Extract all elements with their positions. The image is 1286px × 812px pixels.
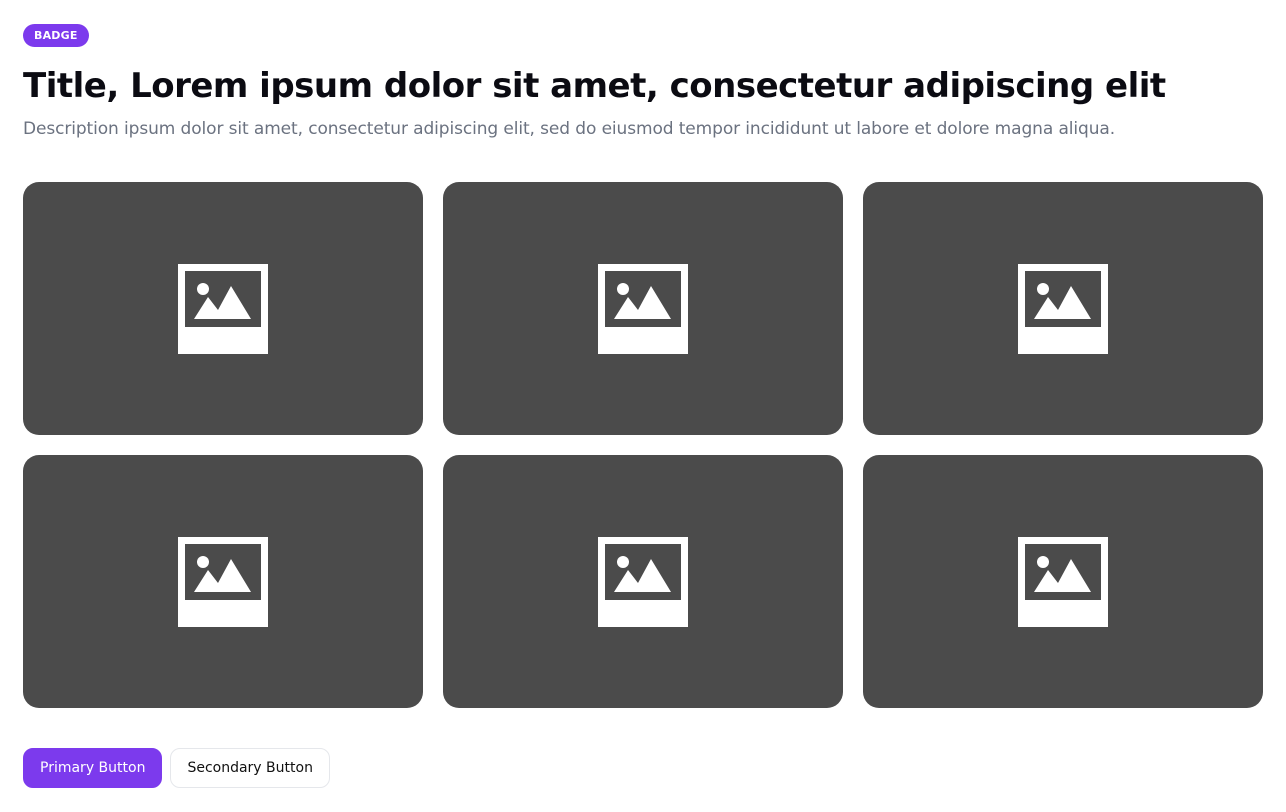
secondary-button[interactable]: Secondary Button <box>170 748 330 788</box>
image-placeholder-icon <box>598 536 688 627</box>
image-card[interactable] <box>443 182 843 435</box>
image-card[interactable] <box>863 455 1263 708</box>
page-description: Description ipsum dolor sit amet, consec… <box>23 119 1115 139</box>
page-title: Title, Lorem ipsum dolor sit amet, conse… <box>23 66 1166 106</box>
image-card[interactable] <box>23 455 423 708</box>
image-placeholder-icon <box>178 536 268 627</box>
image-gallery <box>23 182 1263 708</box>
badge: BADGE <box>23 24 89 47</box>
image-card[interactable] <box>443 455 843 708</box>
image-card[interactable] <box>23 182 423 435</box>
image-placeholder-icon <box>1018 536 1108 627</box>
action-buttons: Primary Button Secondary Button <box>23 748 330 788</box>
image-placeholder-icon <box>178 263 268 354</box>
image-placeholder-icon <box>1018 263 1108 354</box>
image-placeholder-icon <box>598 263 688 354</box>
primary-button[interactable]: Primary Button <box>23 748 163 788</box>
image-card[interactable] <box>863 182 1263 435</box>
page: BADGE Title, Lorem ipsum dolor sit amet,… <box>0 0 1286 812</box>
